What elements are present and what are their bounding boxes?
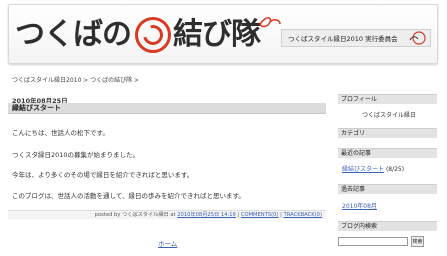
ribbon-icon — [259, 17, 281, 28]
site-logo[interactable]: つくばの 結び隊 — [15, 11, 282, 59]
breadcrumb[interactable]: つくばスタイル縁日2010 > つくばの結び隊 > — [12, 75, 139, 84]
sidebar-category-heading: カテゴリ — [338, 128, 437, 138]
seal-icon — [135, 17, 171, 53]
home-link[interactable]: ホーム — [158, 238, 177, 248]
post-paragraph-1: こんにちは、世話人の松下です。 — [12, 129, 109, 137]
logo-text-right: 結び隊 — [173, 17, 261, 52]
recent-post-link[interactable]: 縁結びスタート — [342, 166, 384, 173]
post-paragraph-2: つくスタ縁日2010の募集が始まりました。 — [12, 151, 140, 159]
committee-label[interactable]: つくばスタイル縁日2010 実行委員会 — [281, 29, 431, 47]
post-paragraph-4: このブログは、世話人の活動を通して、縁日の歩みを紹介できればと思います。 — [12, 192, 245, 200]
sidebar-recent-item: 縁結びスタート (8/25) — [342, 164, 404, 173]
post-paragraph-3: 今年は、より多くのその場で縁日を紹介できればと思います。 — [12, 171, 194, 179]
comments-link[interactable]: COMMENTS(0) — [241, 212, 279, 218]
search-input[interactable] — [338, 237, 408, 246]
recent-post-count: (8/25) — [385, 166, 405, 173]
footer-separator: | — [280, 212, 282, 218]
site-header: つくばの 結び隊 つくばスタイル縁日2010 実行委員会 — [8, 4, 438, 64]
mini-logo-icon — [409, 31, 426, 45]
committee-text: つくばスタイル縁日2010 実行委員会 — [288, 35, 398, 43]
post-title[interactable]: 縁結びスタート — [12, 103, 61, 113]
sidebar-recent-heading: 最近の記事 — [338, 148, 437, 158]
post-footer-prefix: posted by つくばスタイル縁日 at — [94, 212, 176, 218]
post-title-bar: 縁結びスタート — [8, 103, 326, 114]
search-button[interactable]: 検索 — [411, 236, 424, 247]
trackback-link[interactable]: TRACKBACK(0) — [284, 212, 322, 218]
post-time-link[interactable]: 2010年08月25日 14:19 — [177, 212, 236, 218]
sidebar-profile-heading: プロフィール — [338, 94, 437, 104]
sidebar-profile-name: つくばスタイル縁日 — [362, 112, 417, 119]
archive-link[interactable]: 2010年08月 — [342, 201, 377, 210]
footer-separator: | — [237, 212, 240, 218]
logo-text-left: つくばの — [15, 17, 132, 52]
sidebar-search-heading: ブログ内検索 — [338, 221, 437, 231]
sidebar-archive-heading: 過去記事 — [338, 184, 437, 194]
post-footer: posted by つくばスタイル縁日 at 2010年08月25日 14:19… — [8, 210, 326, 219]
